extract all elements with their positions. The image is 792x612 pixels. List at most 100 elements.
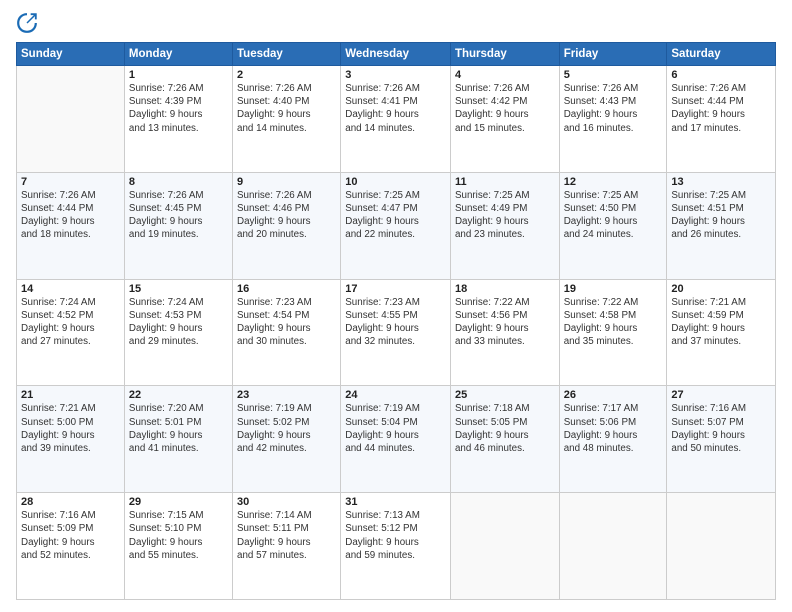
day-info: Sunrise: 7:22 AM Sunset: 4:56 PM Dayligh… — [455, 296, 555, 349]
day-cell: 7Sunrise: 7:26 AM Sunset: 4:44 PM Daylig… — [17, 172, 125, 279]
day-cell — [559, 493, 667, 600]
day-number: 2 — [237, 69, 336, 81]
day-info: Sunrise: 7:21 AM Sunset: 5:00 PM Dayligh… — [21, 402, 120, 455]
day-info: Sunrise: 7:23 AM Sunset: 4:54 PM Dayligh… — [237, 296, 336, 349]
header-monday: Monday — [124, 43, 232, 66]
week-row-0: 1Sunrise: 7:26 AM Sunset: 4:39 PM Daylig… — [17, 66, 776, 173]
day-info: Sunrise: 7:26 AM Sunset: 4:40 PM Dayligh… — [237, 82, 336, 135]
day-info: Sunrise: 7:26 AM Sunset: 4:44 PM Dayligh… — [671, 82, 771, 135]
day-number: 30 — [237, 496, 336, 508]
day-cell: 24Sunrise: 7:19 AM Sunset: 5:04 PM Dayli… — [341, 386, 451, 493]
day-number: 19 — [564, 283, 663, 295]
day-cell: 8Sunrise: 7:26 AM Sunset: 4:45 PM Daylig… — [124, 172, 232, 279]
page: Sunday Monday Tuesday Wednesday Thursday… — [0, 0, 792, 612]
day-number: 17 — [345, 283, 446, 295]
day-number: 26 — [564, 389, 663, 401]
day-info: Sunrise: 7:26 AM Sunset: 4:45 PM Dayligh… — [129, 189, 228, 242]
day-cell: 6Sunrise: 7:26 AM Sunset: 4:44 PM Daylig… — [667, 66, 776, 173]
day-cell: 17Sunrise: 7:23 AM Sunset: 4:55 PM Dayli… — [341, 279, 451, 386]
day-number: 13 — [671, 176, 771, 188]
day-info: Sunrise: 7:25 AM Sunset: 4:51 PM Dayligh… — [671, 189, 771, 242]
day-number: 4 — [455, 69, 555, 81]
day-cell — [450, 493, 559, 600]
day-number: 6 — [671, 69, 771, 81]
day-cell: 9Sunrise: 7:26 AM Sunset: 4:46 PM Daylig… — [233, 172, 341, 279]
logo — [16, 12, 42, 34]
day-number: 9 — [237, 176, 336, 188]
day-info: Sunrise: 7:13 AM Sunset: 5:12 PM Dayligh… — [345, 509, 446, 562]
day-info: Sunrise: 7:26 AM Sunset: 4:44 PM Dayligh… — [21, 189, 120, 242]
day-number: 25 — [455, 389, 555, 401]
day-number: 11 — [455, 176, 555, 188]
day-cell: 4Sunrise: 7:26 AM Sunset: 4:42 PM Daylig… — [450, 66, 559, 173]
day-cell: 14Sunrise: 7:24 AM Sunset: 4:52 PM Dayli… — [17, 279, 125, 386]
day-number: 23 — [237, 389, 336, 401]
day-cell: 13Sunrise: 7:25 AM Sunset: 4:51 PM Dayli… — [667, 172, 776, 279]
day-info: Sunrise: 7:20 AM Sunset: 5:01 PM Dayligh… — [129, 402, 228, 455]
day-cell: 23Sunrise: 7:19 AM Sunset: 5:02 PM Dayli… — [233, 386, 341, 493]
day-cell: 22Sunrise: 7:20 AM Sunset: 5:01 PM Dayli… — [124, 386, 232, 493]
day-cell: 21Sunrise: 7:21 AM Sunset: 5:00 PM Dayli… — [17, 386, 125, 493]
calendar-header: Sunday Monday Tuesday Wednesday Thursday… — [17, 43, 776, 66]
day-cell: 3Sunrise: 7:26 AM Sunset: 4:41 PM Daylig… — [341, 66, 451, 173]
header-row: Sunday Monday Tuesday Wednesday Thursday… — [17, 43, 776, 66]
calendar-body: 1Sunrise: 7:26 AM Sunset: 4:39 PM Daylig… — [17, 66, 776, 600]
day-number: 14 — [21, 283, 120, 295]
day-number: 28 — [21, 496, 120, 508]
header-friday: Friday — [559, 43, 667, 66]
day-number: 21 — [21, 389, 120, 401]
header-thursday: Thursday — [450, 43, 559, 66]
day-cell: 30Sunrise: 7:14 AM Sunset: 5:11 PM Dayli… — [233, 493, 341, 600]
day-number: 20 — [671, 283, 771, 295]
header-wednesday: Wednesday — [341, 43, 451, 66]
week-row-1: 7Sunrise: 7:26 AM Sunset: 4:44 PM Daylig… — [17, 172, 776, 279]
day-info: Sunrise: 7:19 AM Sunset: 5:04 PM Dayligh… — [345, 402, 446, 455]
day-info: Sunrise: 7:24 AM Sunset: 4:53 PM Dayligh… — [129, 296, 228, 349]
day-cell: 5Sunrise: 7:26 AM Sunset: 4:43 PM Daylig… — [559, 66, 667, 173]
day-info: Sunrise: 7:23 AM Sunset: 4:55 PM Dayligh… — [345, 296, 446, 349]
day-cell — [667, 493, 776, 600]
day-info: Sunrise: 7:26 AM Sunset: 4:46 PM Dayligh… — [237, 189, 336, 242]
day-number: 7 — [21, 176, 120, 188]
day-cell: 25Sunrise: 7:18 AM Sunset: 5:05 PM Dayli… — [450, 386, 559, 493]
day-number: 29 — [129, 496, 228, 508]
day-cell: 2Sunrise: 7:26 AM Sunset: 4:40 PM Daylig… — [233, 66, 341, 173]
day-info: Sunrise: 7:18 AM Sunset: 5:05 PM Dayligh… — [455, 402, 555, 455]
week-row-2: 14Sunrise: 7:24 AM Sunset: 4:52 PM Dayli… — [17, 279, 776, 386]
day-number: 12 — [564, 176, 663, 188]
day-number: 31 — [345, 496, 446, 508]
day-cell: 15Sunrise: 7:24 AM Sunset: 4:53 PM Dayli… — [124, 279, 232, 386]
day-number: 16 — [237, 283, 336, 295]
day-number: 18 — [455, 283, 555, 295]
day-number: 5 — [564, 69, 663, 81]
day-cell — [17, 66, 125, 173]
day-info: Sunrise: 7:25 AM Sunset: 4:49 PM Dayligh… — [455, 189, 555, 242]
day-cell: 26Sunrise: 7:17 AM Sunset: 5:06 PM Dayli… — [559, 386, 667, 493]
day-number: 24 — [345, 389, 446, 401]
day-cell: 29Sunrise: 7:15 AM Sunset: 5:10 PM Dayli… — [124, 493, 232, 600]
day-info: Sunrise: 7:19 AM Sunset: 5:02 PM Dayligh… — [237, 402, 336, 455]
day-cell: 19Sunrise: 7:22 AM Sunset: 4:58 PM Dayli… — [559, 279, 667, 386]
day-info: Sunrise: 7:14 AM Sunset: 5:11 PM Dayligh… — [237, 509, 336, 562]
day-number: 15 — [129, 283, 228, 295]
day-number: 1 — [129, 69, 228, 81]
day-info: Sunrise: 7:26 AM Sunset: 4:42 PM Dayligh… — [455, 82, 555, 135]
day-number: 8 — [129, 176, 228, 188]
day-info: Sunrise: 7:16 AM Sunset: 5:07 PM Dayligh… — [671, 402, 771, 455]
day-cell: 11Sunrise: 7:25 AM Sunset: 4:49 PM Dayli… — [450, 172, 559, 279]
day-number: 3 — [345, 69, 446, 81]
day-number: 22 — [129, 389, 228, 401]
calendar-table: Sunday Monday Tuesday Wednesday Thursday… — [16, 42, 776, 600]
day-info: Sunrise: 7:26 AM Sunset: 4:43 PM Dayligh… — [564, 82, 663, 135]
day-info: Sunrise: 7:21 AM Sunset: 4:59 PM Dayligh… — [671, 296, 771, 349]
header-sunday: Sunday — [17, 43, 125, 66]
day-cell: 16Sunrise: 7:23 AM Sunset: 4:54 PM Dayli… — [233, 279, 341, 386]
day-info: Sunrise: 7:22 AM Sunset: 4:58 PM Dayligh… — [564, 296, 663, 349]
logo-icon — [16, 12, 38, 34]
day-cell: 1Sunrise: 7:26 AM Sunset: 4:39 PM Daylig… — [124, 66, 232, 173]
day-info: Sunrise: 7:17 AM Sunset: 5:06 PM Dayligh… — [564, 402, 663, 455]
day-info: Sunrise: 7:25 AM Sunset: 4:47 PM Dayligh… — [345, 189, 446, 242]
header-tuesday: Tuesday — [233, 43, 341, 66]
day-cell: 18Sunrise: 7:22 AM Sunset: 4:56 PM Dayli… — [450, 279, 559, 386]
day-info: Sunrise: 7:26 AM Sunset: 4:41 PM Dayligh… — [345, 82, 446, 135]
